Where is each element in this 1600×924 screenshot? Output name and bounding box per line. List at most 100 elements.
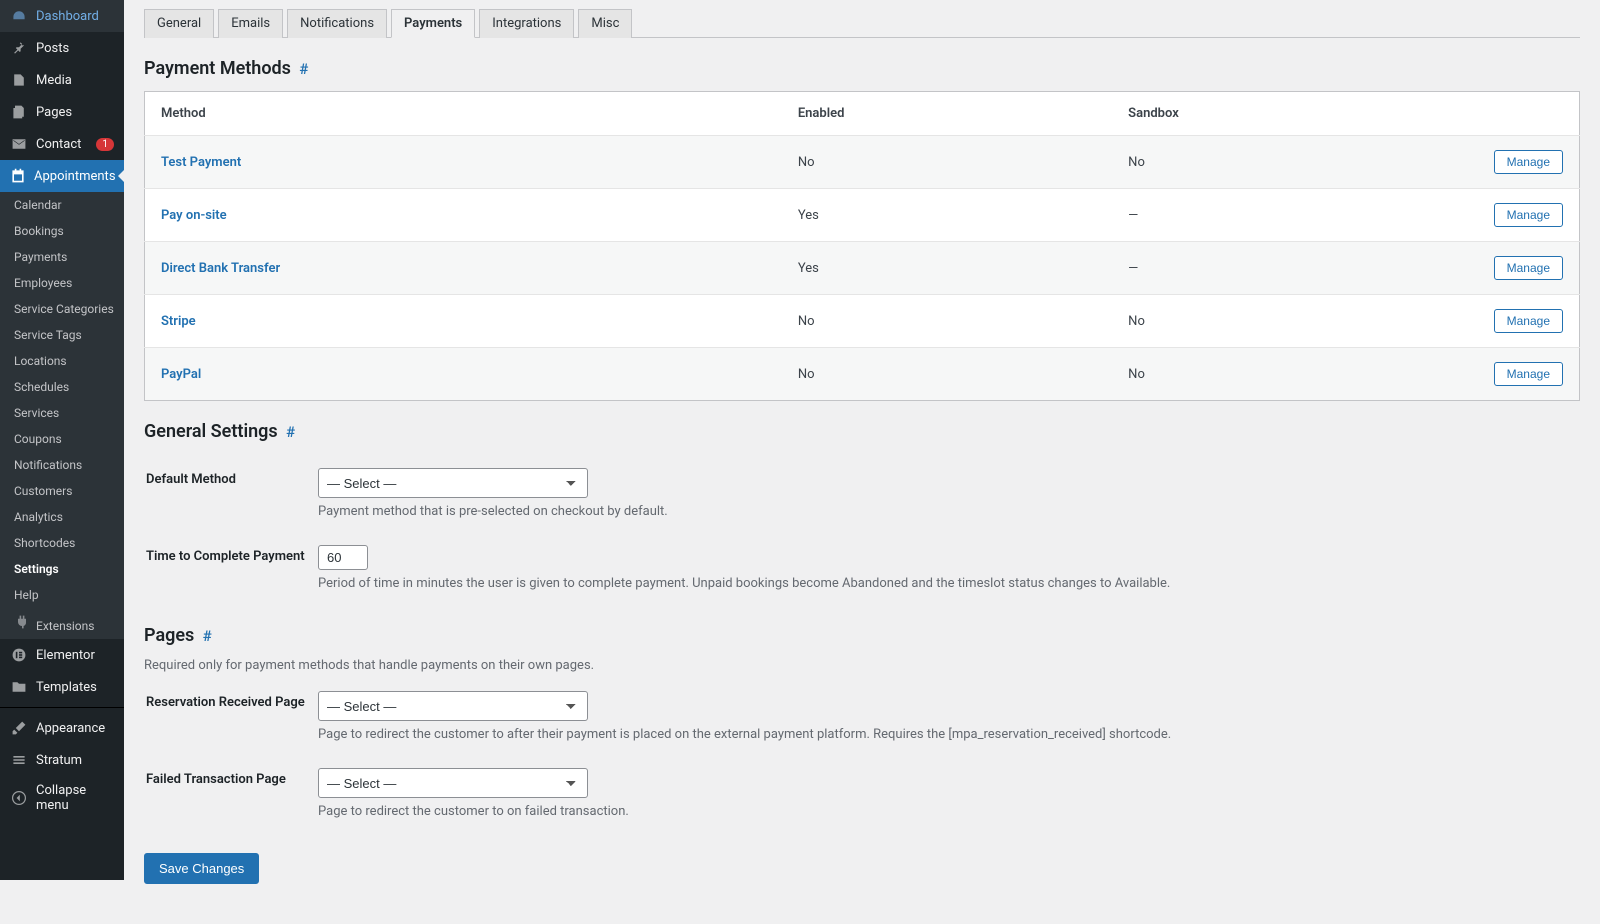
sidebar-subitem-label: Analytics [14, 510, 63, 524]
failed-page-select[interactable]: — Select — [318, 768, 588, 798]
cell-sandbox: — [1112, 242, 1459, 295]
sidebar-subitem-label: Calendar [14, 198, 62, 212]
sidebar-subitem[interactable]: Locations [0, 348, 124, 374]
tab-integrations[interactable]: Integrations [479, 9, 574, 38]
sidebar-subitem-label: Locations [14, 354, 67, 368]
sidebar-subitem[interactable]: Bookings [0, 218, 124, 244]
sidebar-item-label: Appointments [34, 169, 116, 184]
sidebar-subitem[interactable]: Extensions [0, 608, 124, 639]
sidebar-subitem[interactable]: Service Tags [0, 322, 124, 348]
sidebar-subitem-label: Coupons [14, 432, 62, 446]
manage-button[interactable]: Manage [1494, 203, 1563, 227]
tab-notifications[interactable]: Notifications [287, 9, 387, 38]
sidebar-subitem[interactable]: Calendar [0, 192, 124, 218]
label-default-method: Default Method [146, 456, 316, 531]
cell-sandbox: — [1112, 189, 1459, 242]
sidebar-item-label: Collapse menu [36, 783, 114, 813]
sidebar-subitem[interactable]: Analytics [0, 504, 124, 530]
cell-enabled: Yes [782, 189, 1112, 242]
sidebar-subitem[interactable]: Payments [0, 244, 124, 270]
tab-payments[interactable]: Payments [391, 9, 475, 38]
sidebar-submenu: CalendarBookingsPaymentsEmployeesService… [0, 192, 124, 639]
sidebar-item-collapse[interactable]: Collapse menu [0, 776, 124, 820]
sidebar-subitem-label: Settings [14, 562, 59, 576]
sidebar-subitem[interactable]: Service Categories [0, 296, 124, 322]
sidebar-subitem[interactable]: Notifications [0, 452, 124, 478]
time-complete-input[interactable] [318, 545, 368, 570]
sidebar-subitem-label: Schedules [14, 380, 69, 394]
collapse-icon [10, 789, 28, 807]
section-title-methods: Payment Methods # [144, 58, 1580, 79]
gauge-icon [10, 7, 28, 25]
sidebar-subitem[interactable]: Schedules [0, 374, 124, 400]
tab-general[interactable]: General [144, 9, 214, 38]
method-link[interactable]: Direct Bank Transfer [161, 261, 280, 276]
desc-reservation-page: Page to redirect the customer to after t… [318, 727, 1578, 742]
sidebar-subitem-label: Service Tags [14, 328, 82, 342]
sidebar-item-elementor[interactable]: Elementor [0, 639, 124, 671]
plug-icon [14, 619, 30, 633]
sidebar-subitem[interactable]: Help [0, 582, 124, 608]
sidebar-item-media[interactable]: Media [0, 64, 124, 96]
sidebar-separator [0, 707, 124, 708]
table-row: Test PaymentNoNoManage [145, 136, 1580, 189]
cell-sandbox: No [1112, 348, 1459, 401]
pages-icon [10, 103, 28, 121]
method-link[interactable]: Stripe [161, 314, 196, 329]
sidebar-item-dashboard[interactable]: Dashboard [0, 0, 124, 32]
sidebar-item-posts[interactable]: Posts [0, 32, 124, 64]
sidebar-item-appearance[interactable]: Appearance [0, 712, 124, 744]
sidebar-subitem-label: Notifications [14, 458, 82, 472]
stratum-icon [10, 751, 28, 769]
method-link[interactable]: Test Payment [161, 155, 241, 170]
label-failed-page: Failed Transaction Page [146, 756, 316, 831]
sidebar-item-appointments[interactable]: Appointments [0, 160, 124, 192]
manage-button[interactable]: Manage [1494, 309, 1563, 333]
method-link[interactable]: Pay on-site [161, 208, 227, 223]
cell-enabled: No [782, 295, 1112, 348]
sidebar-item-label: Media [36, 73, 114, 88]
sidebar-subitem[interactable]: Services [0, 400, 124, 426]
sidebar-subitem-label: Help [14, 588, 39, 602]
sidebar-subitem[interactable]: Customers [0, 478, 124, 504]
cell-enabled: Yes [782, 242, 1112, 295]
table-row: PayPal NoNo Manage [145, 348, 1580, 401]
label-time-complete: Time to Complete Payment [146, 533, 316, 603]
anchor-link[interactable]: # [203, 627, 212, 645]
cell-sandbox: No [1112, 136, 1459, 189]
table-row: StripeNoNoManage [145, 295, 1580, 348]
col-enabled: Enabled [782, 92, 1112, 136]
reservation-page-select[interactable]: — Select — [318, 691, 588, 721]
anchor-link[interactable]: # [299, 60, 308, 78]
sidebar-subitem-label: Customers [14, 484, 72, 498]
sidebar-subitem[interactable]: Settings [0, 556, 124, 582]
pages-section-desc: Required only for payment methods that h… [144, 658, 1580, 673]
method-link[interactable]: PayPal [161, 367, 201, 382]
desc-default-method: Payment method that is pre-selected on c… [318, 504, 1578, 519]
default-method-select[interactable]: — Select — [318, 468, 588, 498]
tab-emails[interactable]: Emails [218, 9, 283, 38]
table-row: Pay on-site Yes— Manage [145, 189, 1580, 242]
anchor-link[interactable]: # [286, 423, 295, 441]
manage-button[interactable]: Manage [1494, 150, 1563, 174]
sidebar-subitem-label: Extensions [36, 619, 94, 633]
save-changes-button[interactable]: Save Changes [144, 853, 259, 884]
manage-button[interactable]: Manage [1494, 362, 1563, 386]
sidebar-subitem-label: Shortcodes [14, 536, 75, 550]
sidebar-item-templates[interactable]: Templates [0, 671, 124, 703]
section-title-pages: Pages # [144, 625, 1580, 646]
desc-failed-page: Page to redirect the customer to on fail… [318, 804, 1578, 819]
elementor-icon [10, 646, 28, 664]
sidebar-item-label: Elementor [36, 648, 114, 663]
sidebar-item-pages[interactable]: Pages [0, 96, 124, 128]
sidebar-subitem[interactable]: Shortcodes [0, 530, 124, 556]
sidebar-subitem[interactable]: Coupons [0, 426, 124, 452]
sidebar-item-stratum[interactable]: Stratum [0, 744, 124, 776]
sidebar-item-contact[interactable]: Contact1 [0, 128, 124, 160]
manage-button[interactable]: Manage [1494, 256, 1563, 280]
tab-misc[interactable]: Misc [578, 9, 632, 38]
sidebar-subitem[interactable]: Employees [0, 270, 124, 296]
mail-icon [10, 135, 28, 153]
cell-enabled: No [782, 348, 1112, 401]
sidebar-item-label: Appearance [36, 721, 114, 736]
